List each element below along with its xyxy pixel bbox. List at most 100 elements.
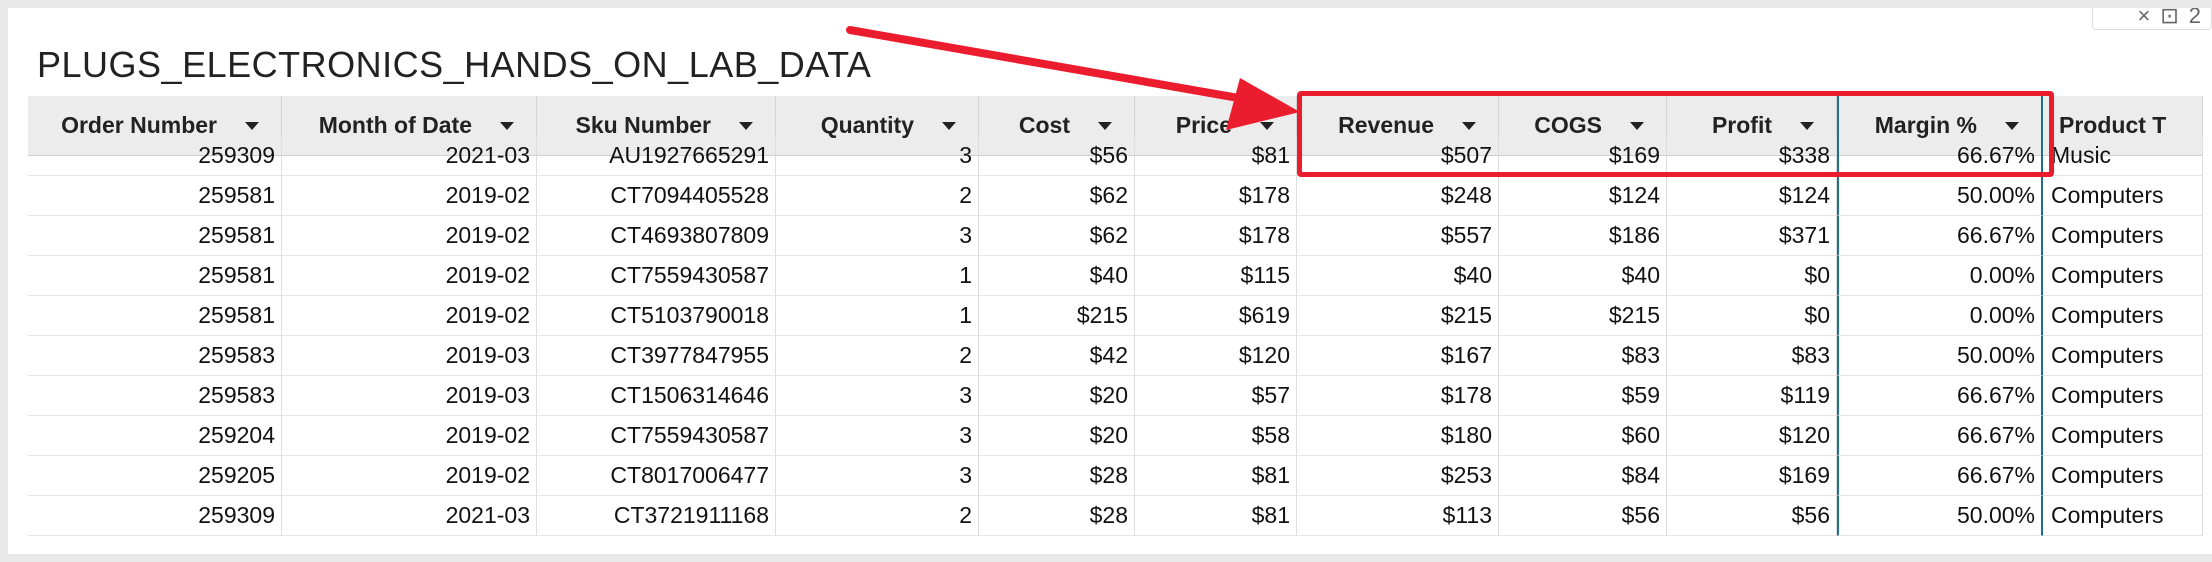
cell-order-number[interactable]: 259581 bbox=[28, 296, 282, 336]
cell-order-number[interactable]: 259583 bbox=[28, 336, 282, 376]
cell-cogs[interactable]: $169 bbox=[1499, 136, 1667, 176]
dropdown-caret-icon[interactable] bbox=[2005, 121, 2019, 130]
cell-product-type[interactable]: Computers bbox=[2043, 456, 2203, 496]
cell-cogs[interactable]: $215 bbox=[1499, 296, 1667, 336]
cell-quantity[interactable]: 2 bbox=[776, 496, 979, 536]
cell-cost[interactable]: $20 bbox=[979, 376, 1135, 416]
cell-revenue[interactable]: $40 bbox=[1297, 256, 1499, 296]
cell-month-of-date[interactable]: 2019-02 bbox=[282, 456, 537, 496]
cell-price[interactable]: $81 bbox=[1135, 496, 1297, 536]
dropdown-caret-icon[interactable] bbox=[1098, 121, 1112, 130]
cell-order-number[interactable]: 259581 bbox=[28, 176, 282, 216]
cell-cogs[interactable]: $60 bbox=[1499, 416, 1667, 456]
cell-cost[interactable]: $20 bbox=[979, 416, 1135, 456]
cell-quantity[interactable]: 1 bbox=[776, 256, 979, 296]
cell-price[interactable]: $115 bbox=[1135, 256, 1297, 296]
cell-month-of-date[interactable]: 2021-03 bbox=[282, 136, 537, 176]
cell-quantity[interactable]: 3 bbox=[776, 376, 979, 416]
cell-revenue[interactable]: $507 bbox=[1297, 136, 1499, 176]
cell-revenue[interactable]: $253 bbox=[1297, 456, 1499, 496]
cell-profit[interactable]: $371 bbox=[1667, 216, 1837, 256]
cell-sku-number[interactable]: CT7559430587 bbox=[537, 416, 776, 456]
cell-revenue[interactable]: $113 bbox=[1297, 496, 1499, 536]
cell-cogs[interactable]: $186 bbox=[1499, 216, 1667, 256]
cell-cost[interactable]: $215 bbox=[979, 296, 1135, 336]
cell-price[interactable]: $57 bbox=[1135, 376, 1297, 416]
cell-quantity[interactable]: 2 bbox=[776, 336, 979, 376]
cell-profit[interactable]: $169 bbox=[1667, 456, 1837, 496]
cell-price[interactable]: $81 bbox=[1135, 456, 1297, 496]
cell-cost[interactable]: $42 bbox=[979, 336, 1135, 376]
cell-month-of-date[interactable]: 2019-02 bbox=[282, 216, 537, 256]
dropdown-caret-icon[interactable] bbox=[1630, 121, 1644, 130]
cell-product-type[interactable]: Computers bbox=[2043, 216, 2203, 256]
cell-price[interactable]: $120 bbox=[1135, 336, 1297, 376]
cell-revenue[interactable]: $178 bbox=[1297, 376, 1499, 416]
dropdown-caret-icon[interactable] bbox=[1260, 121, 1274, 130]
cell-order-number[interactable]: 259205 bbox=[28, 456, 282, 496]
cell-month-of-date[interactable]: 2019-02 bbox=[282, 416, 537, 456]
cell-product-type[interactable]: Music bbox=[2043, 136, 2203, 176]
cell-margin-percent[interactable]: 50.00% bbox=[1837, 176, 2043, 216]
cell-product-type[interactable]: Computers bbox=[2043, 336, 2203, 376]
cell-product-type[interactable]: Computers bbox=[2043, 416, 2203, 456]
cell-quantity[interactable]: 2 bbox=[776, 176, 979, 216]
panel-controls[interactable]: × ⊡ 2 bbox=[2092, 8, 2212, 30]
cell-price[interactable]: $619 bbox=[1135, 296, 1297, 336]
cell-price[interactable]: $178 bbox=[1135, 176, 1297, 216]
close-icon[interactable]: × bbox=[2137, 8, 2150, 29]
cell-profit[interactable]: $0 bbox=[1667, 256, 1837, 296]
cell-product-type[interactable]: Computers bbox=[2043, 376, 2203, 416]
cell-profit[interactable]: $56 bbox=[1667, 496, 1837, 536]
cell-product-type[interactable]: Computers bbox=[2043, 176, 2203, 216]
cell-sku-number[interactable]: CT5103790018 bbox=[537, 296, 776, 336]
cell-revenue[interactable]: $167 bbox=[1297, 336, 1499, 376]
cell-quantity[interactable]: 3 bbox=[776, 216, 979, 256]
dropdown-caret-icon[interactable] bbox=[500, 121, 514, 130]
cell-cogs[interactable]: $84 bbox=[1499, 456, 1667, 496]
cell-price[interactable]: $58 bbox=[1135, 416, 1297, 456]
cell-product-type[interactable]: Computers bbox=[2043, 496, 2203, 536]
cell-cost[interactable]: $40 bbox=[979, 256, 1135, 296]
expand-icon[interactable]: ⊡ bbox=[2160, 8, 2178, 29]
cell-margin-percent[interactable]: 66.67% bbox=[1837, 416, 2043, 456]
cell-revenue[interactable]: $557 bbox=[1297, 216, 1499, 256]
cell-quantity[interactable]: 1 bbox=[776, 296, 979, 336]
cell-revenue[interactable]: $215 bbox=[1297, 296, 1499, 336]
cell-profit[interactable]: $338 bbox=[1667, 136, 1837, 176]
cell-product-type[interactable]: Computers bbox=[2043, 256, 2203, 296]
cell-margin-percent[interactable]: 66.67% bbox=[1837, 376, 2043, 416]
cell-sku-number[interactable]: CT8017006477 bbox=[537, 456, 776, 496]
cell-profit[interactable]: $120 bbox=[1667, 416, 1837, 456]
cell-revenue[interactable]: $248 bbox=[1297, 176, 1499, 216]
cell-month-of-date[interactable]: 2019-02 bbox=[282, 256, 537, 296]
dropdown-caret-icon[interactable] bbox=[739, 121, 753, 130]
dropdown-caret-icon[interactable] bbox=[942, 121, 956, 130]
cell-cogs[interactable]: $56 bbox=[1499, 496, 1667, 536]
cell-order-number[interactable]: 259204 bbox=[28, 416, 282, 456]
cell-quantity[interactable]: 3 bbox=[776, 136, 979, 176]
cell-month-of-date[interactable]: 2019-02 bbox=[282, 296, 537, 336]
cell-margin-percent[interactable]: 0.00% bbox=[1837, 256, 2043, 296]
cell-cost[interactable]: $28 bbox=[979, 496, 1135, 536]
cell-margin-percent[interactable]: 50.00% bbox=[1837, 496, 2043, 536]
cell-month-of-date[interactable]: 2019-02 bbox=[282, 176, 537, 216]
cell-cost[interactable]: $28 bbox=[979, 456, 1135, 496]
cell-cogs[interactable]: $124 bbox=[1499, 176, 1667, 216]
cell-month-of-date[interactable]: 2019-03 bbox=[282, 336, 537, 376]
cell-margin-percent[interactable]: 50.00% bbox=[1837, 336, 2043, 376]
cell-order-number[interactable]: 259581 bbox=[28, 256, 282, 296]
cell-sku-number[interactable]: CT3977847955 bbox=[537, 336, 776, 376]
cell-profit[interactable]: $124 bbox=[1667, 176, 1837, 216]
cell-product-type[interactable]: Computers bbox=[2043, 296, 2203, 336]
cell-cogs[interactable]: $83 bbox=[1499, 336, 1667, 376]
cell-quantity[interactable]: 3 bbox=[776, 456, 979, 496]
cell-cogs[interactable]: $59 bbox=[1499, 376, 1667, 416]
cell-order-number[interactable]: 259309 bbox=[28, 496, 282, 536]
cell-cost[interactable]: $62 bbox=[979, 216, 1135, 256]
cell-margin-percent[interactable]: 66.67% bbox=[1837, 216, 2043, 256]
cell-cost[interactable]: $56 bbox=[979, 136, 1135, 176]
cell-order-number[interactable]: 259581 bbox=[28, 216, 282, 256]
cell-profit[interactable]: $0 bbox=[1667, 296, 1837, 336]
dropdown-caret-icon[interactable] bbox=[1462, 121, 1476, 130]
